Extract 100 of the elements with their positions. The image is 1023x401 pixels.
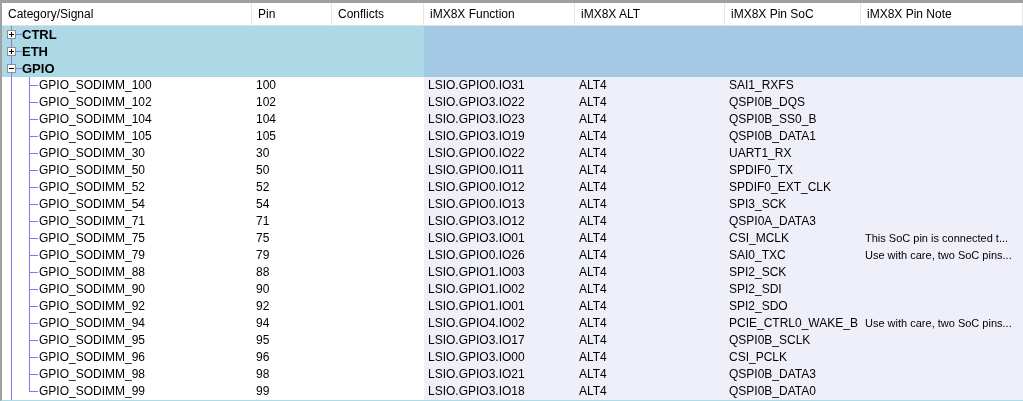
table-cell: ALT4 bbox=[579, 282, 607, 296]
table-cell: LSIO.GPIO4.IO02 bbox=[428, 316, 525, 330]
table-cell: LSIO.GPIO0.IO31 bbox=[428, 78, 525, 92]
table-cell: 105 bbox=[256, 129, 277, 143]
table-cell: LSIO.GPIO0.IO12 bbox=[428, 180, 525, 194]
table-cell: PCIE_CTRL0_WAKE_B bbox=[729, 316, 858, 330]
table-cell: 99 bbox=[256, 384, 270, 398]
table-cell: SPI2_SDI bbox=[729, 282, 782, 296]
category-label: CTRL bbox=[22, 26, 57, 43]
signal-name[interactable]: GPIO_SODIMM_52 bbox=[39, 179, 146, 196]
table-cell: 54 bbox=[256, 197, 270, 211]
table-cell: ALT4 bbox=[579, 248, 607, 262]
table-cell: 95 bbox=[256, 333, 270, 347]
table-cell: LSIO.GPIO3.IO21 bbox=[428, 367, 525, 381]
table-cell: 52 bbox=[256, 180, 270, 194]
table-cell: LSIO.GPIO1.IO01 bbox=[428, 299, 525, 313]
table-cell: ALT4 bbox=[579, 367, 607, 381]
table-cell: QSPI0B_DATA1 bbox=[729, 129, 816, 143]
table-cell: This SoC pin is connected t... bbox=[865, 232, 1009, 244]
signal-name[interactable]: GPIO_SODIMM_30 bbox=[39, 145, 146, 162]
table-cell: QSPI0B_DQS bbox=[729, 95, 806, 109]
table-cell: LSIO.GPIO0.IO11 bbox=[428, 163, 524, 177]
table-cell: SPI3_SCK bbox=[729, 197, 787, 211]
table-cell: ALT4 bbox=[579, 112, 607, 126]
table-cell: QSPI0A_DATA3 bbox=[729, 214, 816, 228]
table-cell: ALT4 bbox=[579, 146, 607, 160]
table-cell: LSIO.GPIO3.IO18 bbox=[428, 384, 525, 398]
expand-icon[interactable] bbox=[7, 30, 16, 39]
signal-name[interactable]: GPIO_SODIMM_71 bbox=[39, 213, 146, 230]
table-cell: QSPI0B_DATA3 bbox=[729, 367, 816, 381]
table-cell: LSIO.GPIO3.IO23 bbox=[428, 112, 525, 126]
category-label: GPIO bbox=[22, 60, 55, 77]
signal-name[interactable]: GPIO_SODIMM_92 bbox=[39, 298, 146, 315]
table-cell: 92 bbox=[256, 299, 270, 313]
table-cell: LSIO.GPIO1.IO02 bbox=[428, 282, 525, 296]
table-cell: ALT4 bbox=[579, 214, 607, 228]
signal-name[interactable]: GPIO_SODIMM_94 bbox=[39, 315, 146, 332]
category-label: ETH bbox=[22, 43, 48, 60]
table-cell: ALT4 bbox=[579, 316, 607, 330]
table-cell: SPDIF0_TX bbox=[729, 163, 794, 177]
signal-name[interactable]: GPIO_SODIMM_88 bbox=[39, 264, 146, 281]
table-cell: 90 bbox=[256, 282, 270, 296]
table-cell: ALT4 bbox=[579, 299, 607, 313]
signal-name[interactable]: GPIO_SODIMM_104 bbox=[39, 111, 152, 128]
table-cell: ALT4 bbox=[579, 163, 607, 177]
table-cell: ALT4 bbox=[579, 78, 607, 92]
signal-name[interactable]: GPIO_SODIMM_95 bbox=[39, 332, 146, 349]
table-cell: CSI_PCLK bbox=[729, 350, 788, 364]
table-cell: 88 bbox=[256, 265, 270, 279]
table-cell: ALT4 bbox=[579, 231, 607, 245]
table-cell: LSIO.GPIO0.IO22 bbox=[428, 146, 525, 160]
signal-name[interactable]: GPIO_SODIMM_90 bbox=[39, 281, 146, 298]
collapse-icon[interactable] bbox=[7, 64, 16, 73]
signal-name[interactable]: GPIO_SODIMM_96 bbox=[39, 349, 146, 366]
table-cell: LSIO.GPIO3.IO12 bbox=[428, 214, 525, 228]
category-row[interactable]: ETH bbox=[2, 43, 1023, 60]
table-cell: 50 bbox=[256, 163, 270, 177]
table-cell: LSIO.GPIO3.IO22 bbox=[428, 95, 525, 109]
signal-name[interactable]: GPIO_SODIMM_102 bbox=[39, 94, 152, 111]
table-cell: 71 bbox=[256, 214, 270, 228]
table-cell: ALT4 bbox=[579, 129, 607, 143]
table-cell: SPI2_SCK bbox=[729, 265, 787, 279]
table-cell: QSPI0B_SS0_B bbox=[729, 112, 817, 126]
table-cell: SAI0_TXC bbox=[729, 248, 786, 262]
table-cell: 94 bbox=[256, 316, 270, 330]
table-cell: CSI_MCLK bbox=[729, 231, 790, 245]
expand-icon[interactable] bbox=[7, 47, 16, 56]
table-cell: Use with care, two SoC pins... bbox=[865, 249, 1012, 261]
table-cell: SPDIF0_EXT_CLK bbox=[729, 180, 832, 194]
signal-name[interactable]: GPIO_SODIMM_75 bbox=[39, 230, 146, 247]
table-cell: 79 bbox=[256, 248, 270, 262]
table-cell: 102 bbox=[256, 95, 277, 109]
table-cell: 98 bbox=[256, 367, 270, 381]
table-cell: SPI2_SDO bbox=[729, 299, 788, 313]
signal-name[interactable]: GPIO_SODIMM_50 bbox=[39, 162, 146, 179]
category-row[interactable]: GPIO bbox=[2, 60, 1023, 77]
signal-name[interactable]: GPIO_SODIMM_54 bbox=[39, 196, 146, 213]
table-cell: QSPI0B_SCLK bbox=[729, 333, 811, 347]
table-cell: LSIO.GPIO0.IO13 bbox=[428, 197, 525, 211]
table-cell: 30 bbox=[256, 146, 270, 160]
category-row[interactable]: CTRL bbox=[2, 26, 1023, 43]
table-cell: LSIO.GPIO3.IO00 bbox=[428, 350, 525, 364]
table-cell: ALT4 bbox=[579, 350, 607, 364]
signal-name[interactable]: GPIO_SODIMM_105 bbox=[39, 128, 152, 145]
table-cell: 96 bbox=[256, 350, 270, 364]
table-cell: UART1_RX bbox=[729, 146, 792, 160]
table-cell: 75 bbox=[256, 231, 270, 245]
signal-name[interactable]: GPIO_SODIMM_79 bbox=[39, 247, 146, 264]
table-cell: SAI1_RXFS bbox=[729, 78, 794, 92]
table-cell: ALT4 bbox=[579, 180, 607, 194]
table-cell: ALT4 bbox=[579, 95, 607, 109]
table-cell: 100 bbox=[256, 78, 277, 92]
signal-name[interactable]: GPIO_SODIMM_98 bbox=[39, 366, 146, 383]
table-cell: ALT4 bbox=[579, 265, 607, 279]
table-cell: QSPI0B_DATA0 bbox=[729, 384, 816, 398]
signal-name[interactable]: GPIO_SODIMM_99 bbox=[39, 383, 146, 400]
table-cell: LSIO.GPIO3.IO19 bbox=[428, 129, 525, 143]
signal-name[interactable]: GPIO_SODIMM_100 bbox=[39, 77, 152, 94]
table-cell: Use with care, two SoC pins... bbox=[865, 317, 1012, 329]
table-cell: LSIO.GPIO0.IO26 bbox=[428, 248, 525, 262]
